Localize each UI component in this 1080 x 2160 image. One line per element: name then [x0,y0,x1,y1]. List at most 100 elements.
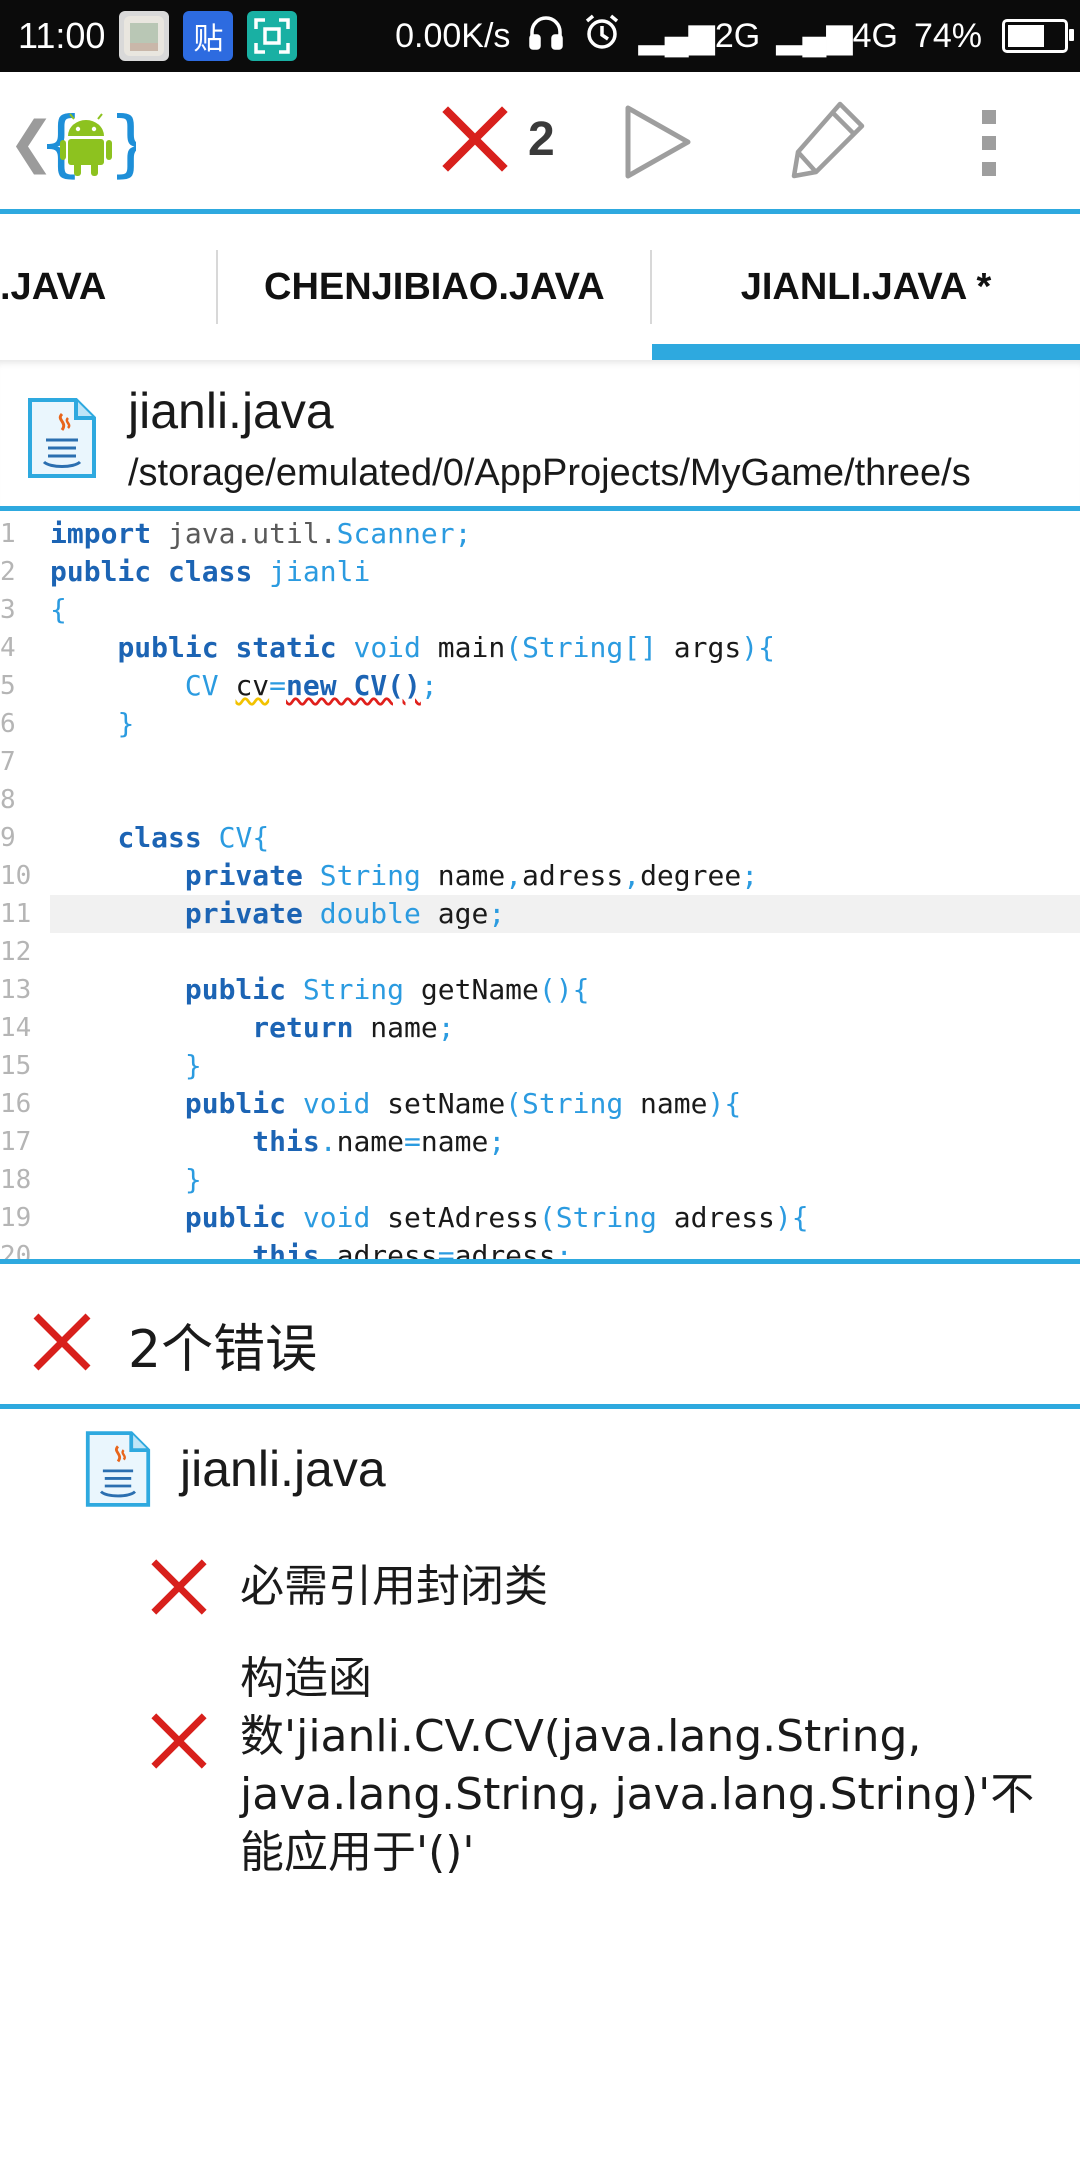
code-line[interactable]: 18 } [0,1161,1080,1199]
line-number: 10 [0,861,32,891]
code-text: public static void main(String[] args){ [117,631,775,664]
signal-bars-icon: ▂▄▆ [638,17,715,55]
code-text: public void setAdress(String adress){ [184,1201,809,1234]
error-x-icon [151,1713,207,1769]
code-text: public void setName(String name){ [184,1087,742,1120]
error-message: 构造函数'jianli.CV.CV(java.lang.String, java… [240,1653,1035,1878]
code-text: private String name,adress,degree; [184,859,759,892]
signal-2g: ▂▄▆2G [638,17,761,55]
gallery-icon [119,11,170,61]
error-message: 必需引用封闭类 [240,1561,548,1612]
code-line[interactable]: 9 class CV{ [0,819,1080,857]
code-line[interactable]: 17 this.name=name; [0,1123,1080,1161]
status-bar: 11:00 贴 0.00K/s ▂▄▆2G ▂▄▆4G 74% [0,0,1080,72]
code-line[interactable]: 13 public String getName(){ [0,971,1080,1009]
errors-title: 2个错误 [128,1320,318,1380]
status-time: 11:00 [18,15,106,56]
code-line[interactable]: 12 [0,933,1080,971]
line-number: 16 [0,1089,32,1119]
code-line[interactable]: 15 } [0,1047,1080,1085]
alarm-icon [582,12,622,61]
errors-list: jianli.java 必需引用封闭类 构造函数'jianli.CV.CV(ja… [0,1410,1080,2160]
tab-separator [216,250,218,324]
code-line[interactable]: 6 } [0,705,1080,743]
code-line[interactable]: 5 CV cv=new CV(); [0,667,1080,705]
code-text: class CV{ [117,821,270,854]
tab-label: CHENJIBIAO.JAVA [264,266,605,308]
line-number: 11 [0,899,32,929]
file-header: jianli.java /storage/emulated/0/AppProje… [0,360,1080,508]
battery-fill [1008,25,1044,47]
battery-icon [1002,19,1074,53]
file-path: /storage/emulated/0/AppProjects/MyGame/t… [128,452,971,494]
code-text: } [184,1163,202,1196]
code-line[interactable]: 11 private double age; [0,895,1080,933]
tab-jianli-active[interactable]: JIANLI.JAVA * [652,214,1080,360]
code-line[interactable]: 3{ [0,591,1080,629]
line-number: 6 [0,709,16,739]
code-text: import java.util.Scanner; [50,517,472,550]
network-speed: 0.00K/s [395,16,511,55]
code-editor[interactable]: 1 import java.util.Scanner; 2 public class … [0,513,1080,1260]
line-number: 13 [0,975,32,1005]
code-line[interactable]: 19 public void setAdress(String adress){ [0,1199,1080,1237]
editor-divider [0,1259,1080,1264]
line-number: 20 [0,1241,32,1260]
headset-icon [526,12,566,61]
signal-bars-icon: ▂▄▆ [776,17,853,55]
tab-label: JIANLI.JAVA * [740,265,992,308]
code-text: CV cv=new CV(); [184,669,438,702]
errors-panel-header[interactable]: 2个错误 [0,1265,1080,1405]
code-text: private double age; [184,897,506,930]
code-line[interactable]: 4 public static void main(String[] args)… [0,629,1080,667]
line-number: 9 [0,823,16,853]
svg-text:}: } [108,102,136,185]
code-text: this.adress=adress; [252,1239,573,1260]
line-number: 1 [0,519,16,549]
header-divider [0,506,1080,511]
code-text: } [117,707,135,740]
code-line[interactable]: 10 private String name,adress,degree; [0,857,1080,895]
line-number: 8 [0,785,16,815]
code-text: return name; [252,1011,455,1044]
errors-button[interactable]: 2 [440,104,555,174]
line-number: 7 [0,747,16,777]
code-line[interactable]: 16 public void setName(String name){ [0,1085,1080,1123]
error-x-icon [442,106,508,172]
java-file-icon [28,398,96,478]
tab-java-1[interactable]: .JAVA [0,214,210,360]
errors-divider [0,1404,1080,1409]
code-line[interactable]: 2 public class jianli [0,553,1080,591]
code-text: { [50,593,67,626]
code-text: } [184,1049,202,1082]
line-number: 4 [0,633,16,663]
pencil-edit-icon[interactable] [782,96,872,186]
tab-chenjibiao[interactable]: CHENJIBIAO.JAVA [264,214,614,360]
code-line[interactable]: 20 this.adress=adress; [0,1237,1080,1260]
scan-icon [247,11,298,61]
code-line[interactable]: 7 [0,743,1080,781]
line-number: 14 [0,1013,32,1043]
more-options-icon[interactable] [978,108,1002,178]
signal-4g: ▂▄▆4G [776,17,898,55]
error-x-icon [151,1559,207,1615]
line-number: 18 [0,1165,32,1195]
app-toolbar: ❮ { } 2 [0,72,1080,210]
run-play-icon[interactable] [622,102,694,182]
line-number: 2 [0,557,16,587]
android-logo-icon[interactable]: { } [36,102,136,186]
line-number: 19 [0,1203,32,1233]
code-line[interactable]: 8 [0,781,1080,819]
tab-label: .JAVA [0,265,107,308]
error-count: 2 [528,112,555,166]
tieba-icon: 贴 [183,11,234,61]
java-file-icon [85,1431,151,1507]
line-number: 15 [0,1051,32,1081]
code-text: public String getName(){ [184,973,590,1006]
code-text: public class jianli [50,555,371,588]
active-tab-indicator [652,344,1080,360]
code-line[interactable]: 14 return name; [0,1009,1080,1047]
line-number: 12 [0,937,32,967]
line-number: 5 [0,671,16,701]
code-line[interactable]: 1 import java.util.Scanner; [0,515,1080,553]
